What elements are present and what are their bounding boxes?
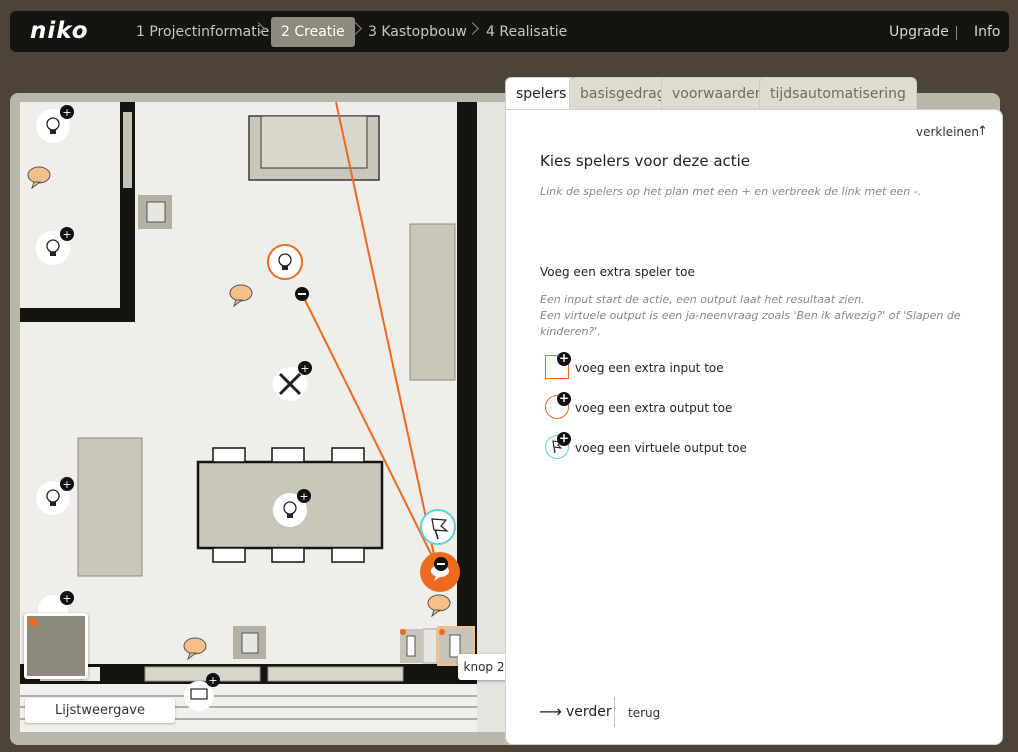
arrow-right-icon[interactable]: ⟶: [539, 702, 562, 721]
wall: [20, 308, 135, 322]
plus-icon: +: [557, 431, 571, 446]
thermostat-icon: [138, 195, 172, 229]
window: [267, 666, 404, 682]
add-player-heading: Voeg een extra speler toe: [540, 265, 695, 279]
add-output-link[interactable]: voeg een extra output toe: [575, 401, 732, 415]
push-button-icon: [229, 284, 253, 308]
next-button[interactable]: verder: [566, 704, 612, 720]
linked-button-icon: [420, 552, 460, 592]
panel-title: Kies spelers voor deze actie: [540, 152, 751, 170]
add-player-description-2: Een virtuele output is een ja-neenvraag …: [540, 309, 961, 322]
plus-icon: +: [557, 351, 571, 366]
svg-text:+: +: [299, 490, 308, 503]
svg-text:+: +: [300, 362, 309, 375]
back-button[interactable]: terug: [628, 706, 660, 720]
floor-plan-drawing: + + + + + + +: [20, 102, 506, 732]
window: [123, 112, 132, 188]
wall: [457, 102, 477, 684]
player-tooltip: knop 2: [458, 654, 510, 680]
virtual-output-flag-icon: [420, 509, 456, 545]
wall-outside: [477, 102, 506, 732]
svg-text:+: +: [62, 228, 71, 241]
add-virtual-output-link[interactable]: voeg een virtuele output toe: [575, 441, 747, 455]
footer-divider: [614, 697, 615, 727]
plus-icon: +: [557, 391, 571, 406]
switch-tile-icon: [422, 628, 438, 664]
push-button-icon: [183, 637, 207, 661]
svg-text:+: +: [62, 478, 71, 491]
svg-text:+: +: [208, 674, 217, 687]
panel-hint: Link de spelers op het plan met een + en…: [540, 185, 922, 198]
cabinet: [77, 437, 143, 577]
minimap[interactable]: [24, 613, 88, 679]
push-button-icon: [27, 166, 51, 190]
linked-light-bulb-icon: [267, 244, 309, 301]
window: [144, 666, 261, 682]
add-player-description-1: Een input start de actie, een output laa…: [540, 293, 865, 306]
step-realisatie[interactable]: 4 Realisatie: [476, 17, 577, 47]
add-player-description-3: kinderen?'.: [540, 325, 601, 338]
step-kastopbouw[interactable]: 3 Kastopbouw: [358, 17, 477, 47]
fan-icon: +: [273, 361, 312, 401]
floor-plan[interactable]: + + + + + + +: [20, 102, 506, 732]
cabinet: [409, 223, 456, 381]
minimap-marker: [29, 618, 37, 626]
upgrade-link[interactable]: Upgrade: [889, 17, 949, 47]
action-panel: verkleinen ↑ Kies spelers voor deze acti…: [505, 109, 1003, 745]
svg-text:+: +: [62, 106, 71, 119]
tab-tijdsautomatisering[interactable]: tijdsautomatisering: [759, 77, 917, 110]
add-input-link[interactable]: voeg een extra input toe: [575, 361, 724, 375]
tab-voorwaarden[interactable]: voorwaarden: [661, 77, 775, 110]
light-bulb-icon: +: [36, 227, 74, 265]
top-navigation-bar: niko 1 Projectinformatie 2 Creatie 3 Kas…: [10, 11, 1009, 52]
switch-tile-icon: [400, 629, 422, 663]
light-bulb-icon: +: [36, 477, 74, 515]
push-button-icon: [427, 594, 451, 618]
niko-logo[interactable]: niko: [30, 18, 89, 44]
svg-text:+: +: [62, 592, 71, 605]
info-link[interactable]: Info: [974, 17, 1001, 47]
arrow-up-icon[interactable]: ↑: [977, 124, 988, 139]
collapse-link[interactable]: verkleinen: [916, 125, 979, 139]
step-creatie[interactable]: 2 Creatie: [271, 17, 355, 47]
appliance-icon: [233, 626, 266, 659]
nav-divider: [956, 26, 957, 40]
light-bulb-icon: +: [36, 105, 74, 143]
list-view-button[interactable]: Lijstweergave: [25, 698, 175, 723]
tab-spelers[interactable]: spelers: [505, 77, 578, 111]
